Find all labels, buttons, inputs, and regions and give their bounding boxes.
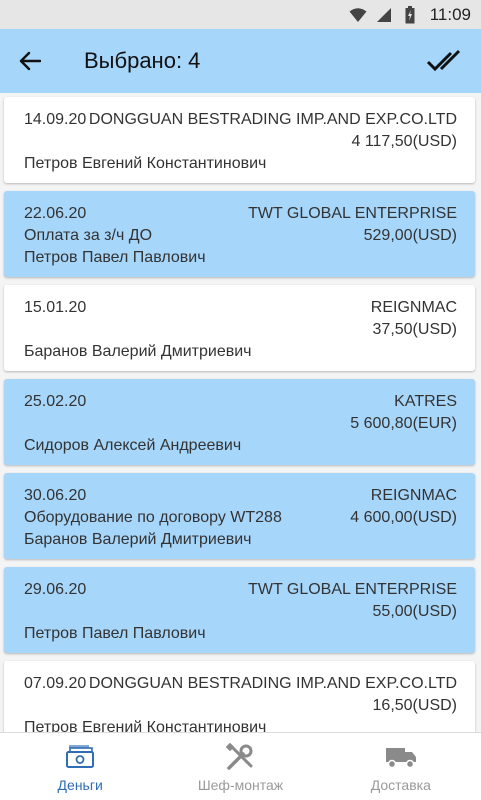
transaction-person: Петров Павел Павлович [24, 249, 206, 266]
transaction-amount: 5 600,80(EUR) [350, 415, 457, 432]
transaction-company: REIGNMAC [370, 299, 457, 316]
nav-delivery[interactable]: Доставка [321, 733, 481, 800]
transaction-purpose: Оборудование по договору WT288 [24, 509, 282, 526]
double-check-icon [426, 49, 461, 72]
app-bar: Выбрано: 4 [0, 29, 481, 93]
transaction-person: Баранов Валерий Дмитриевич [24, 531, 252, 548]
transaction-date: 30.06.20 [24, 487, 87, 504]
transactions-list[interactable]: 14.09.20 DONGGUAN BESTRADING IMP.AND EXP.… [0, 93, 481, 732]
transaction-company: REIGNMAC [370, 487, 457, 504]
signal-icon [374, 6, 394, 24]
transaction-amount: 4 117,50(USD) [351, 133, 457, 150]
tools-icon [223, 741, 257, 773]
nav-money-label: Деньги [57, 777, 103, 793]
transaction-card[interactable]: 25.02.20 KATRES 5 600,80(EUR) Сидоров Алекс… [4, 379, 475, 465]
nav-installation[interactable]: Шеф-монтаж [160, 733, 320, 800]
transaction-card[interactable]: 07.09.20 DONGGUAN BESTRADING IMP.AND EXP.… [4, 661, 475, 732]
transaction-date: 29.06.20 [24, 581, 87, 598]
transaction-amount: 55,00(USD) [372, 603, 457, 620]
transaction-amount: 4 600,00(USD) [350, 509, 457, 526]
back-button[interactable] [0, 29, 60, 93]
status-bar: 11:09 [0, 0, 481, 29]
transaction-company: DONGGUAN BESTRADING IMP.AND EXP.CO.LTD [88, 675, 457, 692]
transaction-card[interactable]: 15.01.20 REIGNMAC 37,50(USD) Баранов Валери… [4, 285, 475, 371]
transaction-person: Петров Евгений Константинович [24, 155, 267, 172]
wifi-icon [348, 6, 368, 24]
transaction-date: 14.09.20 [24, 111, 87, 128]
transaction-person: Петров Павел Павлович [24, 625, 206, 642]
transaction-amount: 37,50(USD) [372, 321, 457, 338]
transaction-card[interactable]: 29.06.20 TWT GLOBAL ENTERPRISE 55,00(USD) П… [4, 567, 475, 653]
transaction-date: 15.01.20 [24, 299, 87, 316]
transaction-person: Петров Евгений Константинович [24, 719, 267, 732]
page-title: Выбрано: 4 [84, 48, 201, 73]
transaction-date: 22.06.20 [24, 205, 87, 222]
transaction-company: TWT GLOBAL ENTERPRISE [248, 581, 457, 598]
transaction-company: KATRES [394, 393, 457, 410]
truck-icon [384, 741, 418, 773]
arrow-left-icon [19, 51, 41, 71]
transaction-company: TWT GLOBAL ENTERPRISE [248, 205, 457, 222]
nav-delivery-label: Доставка [370, 777, 431, 793]
transaction-person: Сидоров Алексей Андреевич [24, 437, 242, 454]
bottom-nav: Деньги Шеф-монтаж Доставка [0, 732, 481, 800]
transaction-card[interactable]: 30.06.20 REIGNMAC 4 600,00(USD) Оборудовани… [4, 473, 475, 559]
money-icon [63, 741, 97, 773]
nav-money[interactable]: Деньги [0, 733, 160, 800]
transaction-amount: 529,00(USD) [363, 227, 457, 244]
transaction-date: 25.02.20 [24, 393, 87, 410]
transaction-date: 07.09.20 [24, 675, 87, 692]
transaction-person: Баранов Валерий Дмитриевич [24, 343, 252, 360]
transaction-card[interactable]: 22.06.20 TWT GLOBAL ENTERPRISE 529,00(USD)… [4, 191, 475, 277]
transaction-company: DONGGUAN BESTRADING IMP.AND EXP.CO.LTD [88, 111, 457, 128]
nav-installation-label: Шеф-монтаж [197, 777, 284, 793]
select-all-button[interactable] [415, 29, 475, 93]
transaction-card[interactable]: 14.09.20 DONGGUAN BESTRADING IMP.AND EXP.… [4, 97, 475, 183]
transaction-amount: 16,50(USD) [372, 697, 457, 714]
transaction-purpose: Оплата за з/ч ДО [24, 227, 153, 244]
battery-icon [400, 5, 420, 24]
status-time: 11:09 [429, 4, 471, 24]
